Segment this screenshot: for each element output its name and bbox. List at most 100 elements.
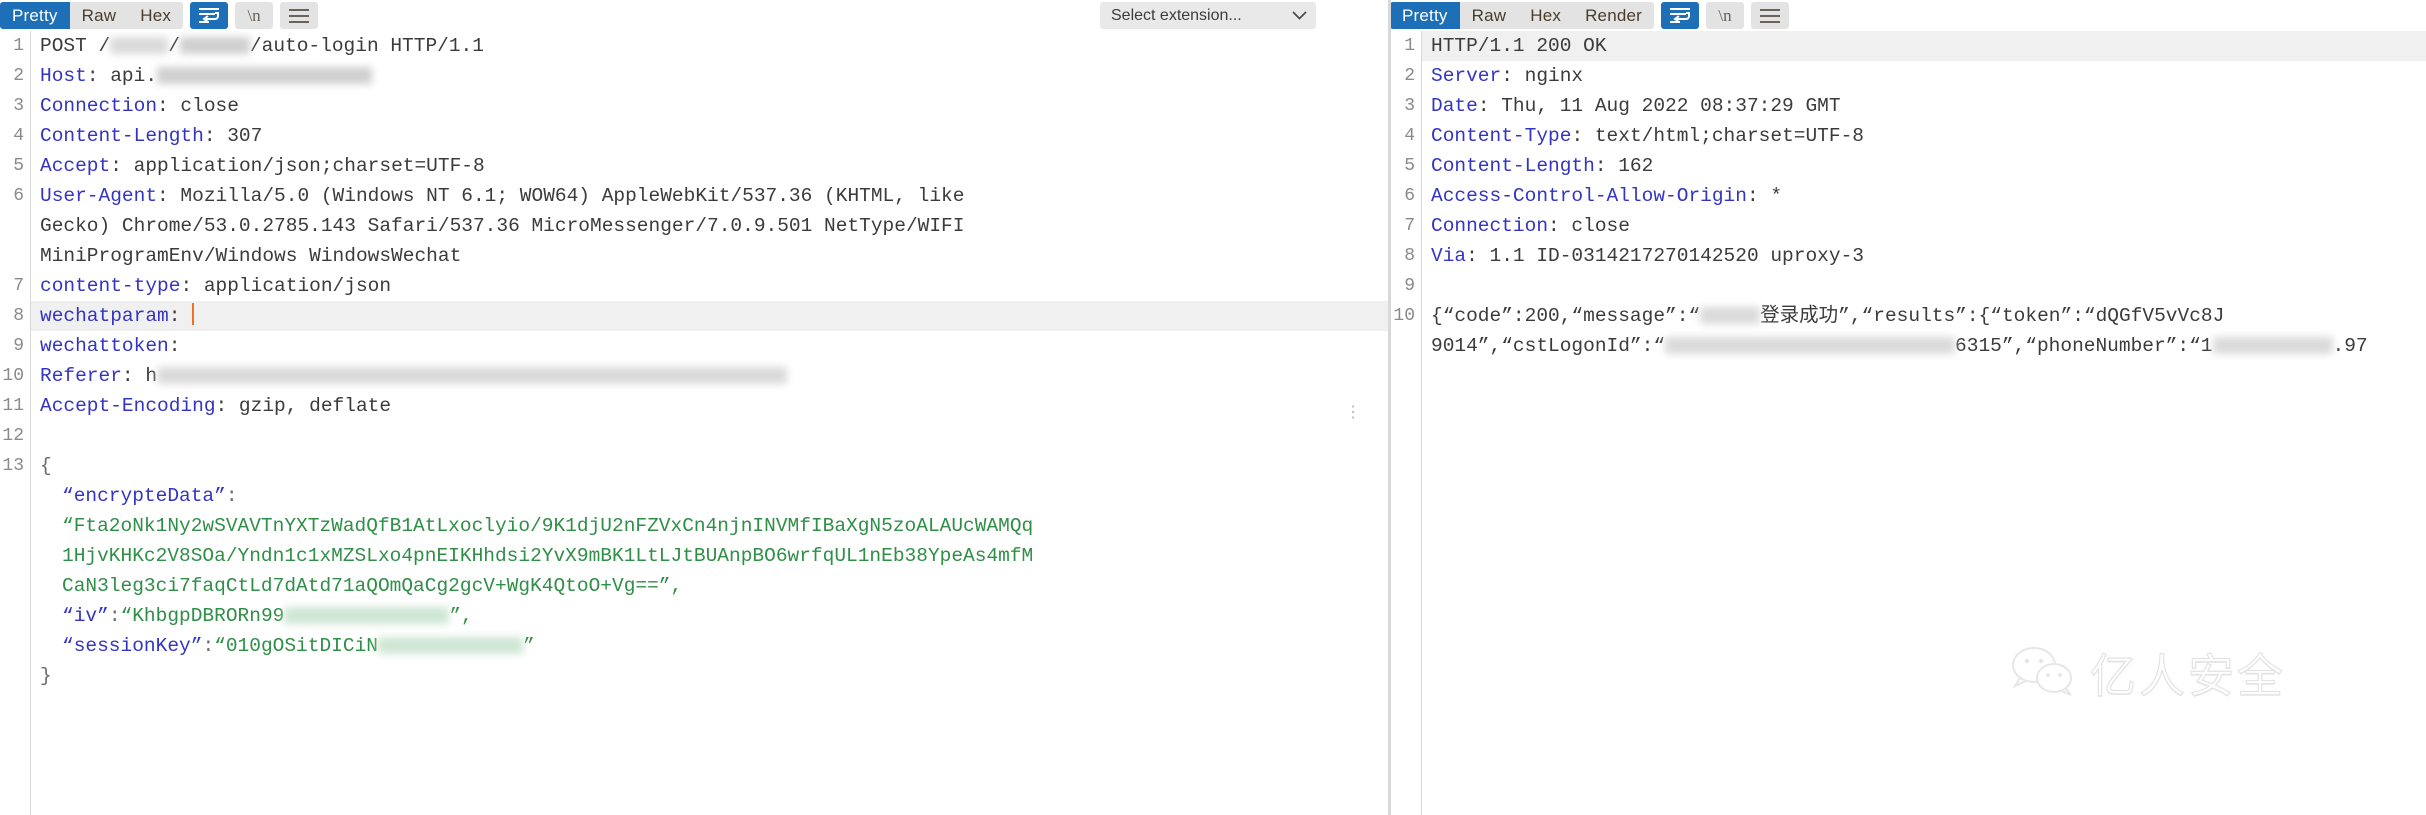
code-text: : <box>225 485 238 507</box>
code-line[interactable] <box>31 421 1388 451</box>
code-text: : Thu, 11 Aug 2022 08:37:29 GMT <box>1477 95 1841 117</box>
code-line[interactable]: “sessionKey”:“010gOSitDICiN ” <box>31 631 1388 661</box>
header-name: content-type <box>40 275 181 297</box>
code-line[interactable]: “iv”:“KhbgpDBRORn99 ”, <box>31 601 1388 631</box>
response-show-newlines-button[interactable]: \n <box>1706 2 1745 29</box>
code-line[interactable]: “encrypteData”: <box>31 481 1388 511</box>
code-line[interactable]: Referer: h <box>31 361 1388 391</box>
code-line[interactable]: Via: 1.1 ID-0314217270142520 uproxy-3 <box>1422 241 2426 271</box>
response-code-area[interactable]: HTTP/1.1 200 OK Server: nginx Date: Thu, 1… <box>1422 31 2426 815</box>
line-number: 8 <box>1404 246 1415 266</box>
header-name: Connection <box>40 95 158 117</box>
request-tab-raw[interactable]: Raw <box>70 2 129 29</box>
response-menu-button[interactable] <box>1751 2 1790 29</box>
request-code-area[interactable]: POST / //auto-login HTTP/1.1 Host: api. Con… <box>31 31 1388 815</box>
code-text: {“code”:200,“message”:“ <box>1431 305 1701 327</box>
code-text: /auto-login HTTP/1.1 <box>249 35 484 57</box>
request-tab-pretty[interactable]: Pretty <box>0 2 70 29</box>
code-text: : Mozilla/5.0 (Windows NT 6.1; WOW64) Ap… <box>157 185 965 207</box>
line-number: 9 <box>13 336 24 356</box>
chevron-down-icon <box>1292 8 1307 23</box>
redacted-text <box>179 37 250 55</box>
request-word-wrap-button[interactable] <box>190 2 229 29</box>
code-line[interactable]: User-Agent: Mozilla/5.0 (Windows NT 6.1;… <box>31 181 1388 211</box>
text-cursor <box>192 303 195 326</box>
response-tab-raw[interactable]: Raw <box>1460 2 1519 29</box>
code-line[interactable]: Accept-Encoding: gzip, deflate <box>31 391 1388 421</box>
json-string: ”, <box>449 605 473 627</box>
header-name: Server <box>1431 65 1502 87</box>
header-name: Accept <box>40 155 111 177</box>
code-line[interactable]: HTTP/1.1 200 OK <box>1422 31 2426 61</box>
code-text: / <box>98 35 111 57</box>
response-word-wrap-button[interactable] <box>1661 2 1700 29</box>
line-number: 1 <box>13 36 24 56</box>
code-line[interactable]: wechattoken: <box>31 331 1388 361</box>
code-text: : nginx <box>1501 65 1584 87</box>
code-text: : h <box>121 365 158 387</box>
code-line[interactable]: Connection: close <box>1422 211 2426 241</box>
code-text: 6315”,“phoneNumber”:“1 <box>1955 335 2213 357</box>
code-line[interactable]: Content-Length: 162 <box>1422 151 2426 181</box>
code-line[interactable]: {“code”:200,“message”:“ 登录成功”,“results”:{… <box>1422 301 2426 331</box>
line-number: 8 <box>13 306 24 326</box>
code-line[interactable]: wechatparam: <box>31 301 1388 331</box>
code-line[interactable]: Access-Control-Allow-Origin: * <box>1422 181 2426 211</box>
code-line[interactable]: Content-Length: 307 <box>31 121 1388 151</box>
code-text: : application/json;charset=UTF-8 <box>110 155 485 177</box>
code-line[interactable]: Content-Type: text/html;charset=UTF-8 <box>1422 121 2426 151</box>
code-line[interactable]: “Fta2oNk1Ny2wSVAVTnYXTzWadQfB1AtLxoclyio… <box>31 511 1388 541</box>
request-show-newlines-button[interactable]: \n <box>235 2 274 29</box>
line-number: 6 <box>1404 186 1415 206</box>
code-line[interactable]: MiniProgramEnv/Windows WindowsWechat <box>31 241 1388 271</box>
newline-label: \n <box>247 5 261 25</box>
select-extension-label: Select extension... <box>1111 6 1242 24</box>
response-editor-pane[interactable]: 1 2 3 4 5 6 7 8 9 10 HTTP/1.1 200 OK Server: nginx… <box>1391 31 2426 815</box>
code-line[interactable]: POST / / /auto-login HTTP/1.1 <box>31 31 1388 61</box>
code-line[interactable]: CaN3leg3ci7faqCtLd7dAtd71aQOmQaCg2gcV+Wg… <box>31 571 1388 601</box>
line-number: 5 <box>13 156 24 176</box>
select-extension-dropdown[interactable]: Select extension... <box>1100 2 1316 29</box>
code-line[interactable]: Host: api. <box>31 61 1388 91</box>
line-number: 10 <box>1393 306 1415 326</box>
code-text: Gecko) Chrome/53.0.2785.143 Safari/537.3… <box>40 215 965 237</box>
line-number: 7 <box>13 276 24 296</box>
response-view-tabs[interactable]: Pretty Raw Hex Render <box>1390 2 1655 29</box>
code-line[interactable] <box>1422 271 2426 301</box>
header-name: wechattoken <box>40 335 169 357</box>
code-text: 登录成功”,“results”:{“token”:“dQGfV5vVc8J <box>1760 305 2225 327</box>
line-number: 5 <box>1404 156 1415 176</box>
code-line[interactable]: } <box>31 661 1388 691</box>
response-tab-render[interactable]: Render <box>1573 2 1654 29</box>
json-string: CaN3leg3ci7faqCtLd7dAtd71aQOmQaCg2gcV+Wg… <box>62 575 683 597</box>
code-line[interactable]: { <box>31 451 1388 481</box>
code-line[interactable]: 9014”,“cstLogonId”:“ 6315”,“phoneNumber”:… <box>1422 331 2426 361</box>
request-menu-button[interactable] <box>280 2 319 29</box>
response-tab-hex[interactable]: Hex <box>1518 2 1573 29</box>
code-text: POST <box>40 35 99 57</box>
request-editor-pane[interactable]: 1 2 3 4 5 6 7 8 9 10 11 12 13 POST / //auto-login HTT… <box>0 31 1388 815</box>
code-line[interactable]: Server: nginx <box>1422 61 2426 91</box>
request-view-tabs[interactable]: Pretty Raw Hex <box>0 2 184 29</box>
json-string: 1HjvKHKc2V8SOa/Yndn1c1xMZSLxo4pnEIKHhdsi… <box>62 545 1034 567</box>
header-name: Content-Length <box>1431 155 1595 177</box>
code-line[interactable]: Gecko) Chrome/53.0.2785.143 Safari/537.3… <box>31 211 1388 241</box>
code-text: : <box>86 65 111 87</box>
redacted-text <box>2212 337 2333 355</box>
line-number: 9 <box>1404 276 1415 296</box>
redacted-text <box>157 67 373 85</box>
code-line[interactable]: Connection: close <box>31 91 1388 121</box>
line-number: 12 <box>2 426 24 446</box>
code-text: } <box>40 665 52 687</box>
code-line[interactable]: Accept: application/json;charset=UTF-8 <box>31 151 1388 181</box>
header-name: Host <box>40 65 87 87</box>
code-text: api. <box>110 65 158 87</box>
code-line[interactable]: 1HjvKHKc2V8SOa/Yndn1c1xMZSLxo4pnEIKHhdsi… <box>31 541 1388 571</box>
response-tab-pretty[interactable]: Pretty <box>1390 2 1460 29</box>
code-line[interactable]: Date: Thu, 11 Aug 2022 08:37:29 GMT <box>1422 91 2426 121</box>
line-number: 3 <box>1404 96 1415 116</box>
redacted-text <box>284 607 450 625</box>
request-tab-hex[interactable]: Hex <box>128 2 183 29</box>
redacted-text <box>157 367 788 385</box>
code-line[interactable]: content-type: application/json <box>31 271 1388 301</box>
